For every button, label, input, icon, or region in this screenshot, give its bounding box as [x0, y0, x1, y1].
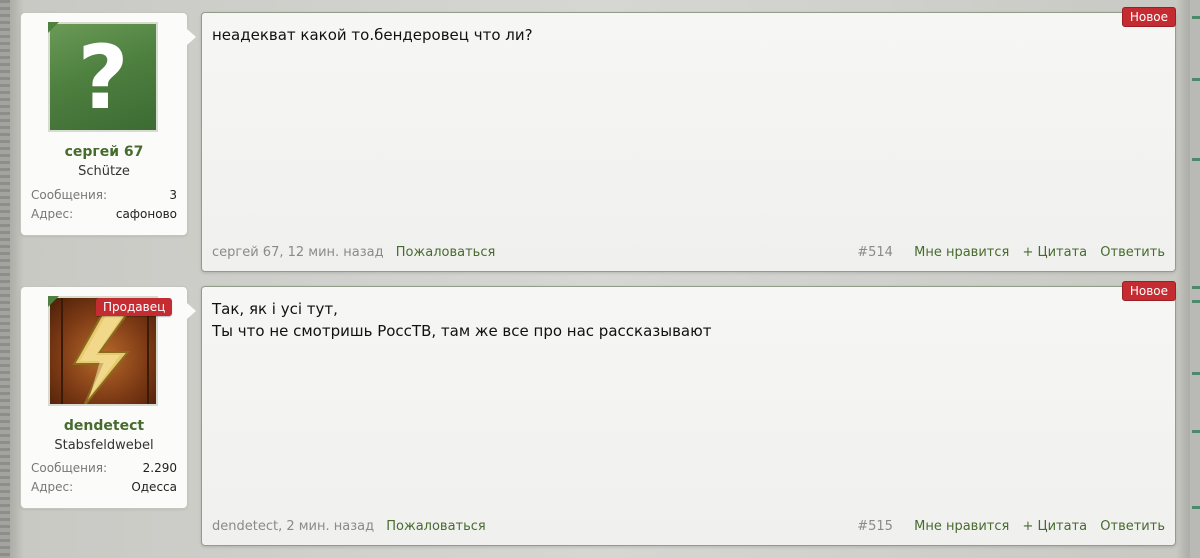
message-line: Так, як і усі тут, [212, 300, 338, 318]
message-meta: сергей 67, 12 мин. назад Пожаловаться #5… [212, 245, 1165, 263]
edge-mark [1192, 300, 1200, 303]
edge-mark [1192, 506, 1200, 509]
seller-badge: Продавец [96, 298, 173, 316]
avatar-corner [48, 296, 59, 307]
username[interactable]: сергей 67 [21, 144, 187, 160]
post-number[interactable]: #515 [857, 519, 893, 534]
question-mark-icon: ? [77, 25, 129, 129]
stat-address-value: сафоново [115, 207, 177, 221]
edge-mark [1192, 78, 1200, 81]
like-link[interactable]: Мне нравится [914, 245, 1009, 260]
user-title: Schütze [78, 164, 130, 179]
quote-link[interactable]: + Цитата [1022, 519, 1087, 534]
stat-address-label: Адрес: [31, 480, 74, 494]
report-link[interactable]: Пожаловаться [386, 519, 486, 534]
edge-mark [1192, 286, 1200, 289]
stat-posts-value[interactable]: 2.290 [143, 461, 177, 475]
stat-posts-value[interactable]: 3 [169, 188, 177, 202]
reply-link[interactable]: Ответить [1100, 519, 1165, 534]
user-title: Stabsfeldwebel [54, 438, 154, 453]
user-card: ? сергей 67 Schütze Сообщения: 3 Адрес: … [20, 12, 196, 236]
edge-mark [1192, 158, 1200, 161]
stat-posts-label: Сообщения: [31, 188, 108, 202]
post-number[interactable]: #514 [857, 245, 893, 260]
message-line: неадекват какой то.бендеровец что ли? [212, 26, 533, 44]
edge-mark [1192, 430, 1200, 433]
report-link[interactable]: Пожаловаться [396, 245, 496, 260]
post-515: Продавец dendetect Stabsfeldwebel Сообще… [20, 281, 1176, 546]
message-body: Новое Так, як і усі тут, Ты что не смотр… [201, 281, 1176, 546]
username[interactable]: dendetect [21, 418, 187, 434]
message-text: неадекват какой то.бендеровец что ли? [212, 24, 1165, 46]
stat-address-value: Одесса [131, 480, 177, 494]
stat-address-label: Адрес: [31, 207, 74, 221]
like-link[interactable]: Мне нравится [914, 519, 1009, 534]
quote-link[interactable]: + Цитата [1022, 245, 1087, 260]
page-edge-right [1190, 0, 1200, 558]
message-body: Новое неадекват какой то.бендеровец что … [201, 7, 1176, 272]
user-card: Продавец dendetect Stabsfeldwebel Сообще… [20, 286, 196, 509]
avatar-corner [48, 22, 59, 33]
avatar[interactable]: ? [48, 22, 158, 132]
message-text: Так, як і усі тут, Ты что не смотришь Ро… [212, 298, 1165, 342]
author-time[interactable]: сергей 67, 12 мин. назад [212, 245, 384, 260]
reply-link[interactable]: Ответить [1100, 245, 1165, 260]
message-meta: dendetect, 2 мин. назад Пожаловаться #51… [212, 519, 1165, 537]
page-edge-left [0, 0, 10, 558]
edge-mark [1192, 16, 1200, 19]
forum-thread: ? сергей 67 Schütze Сообщения: 3 Адрес: … [0, 0, 1200, 558]
author-time[interactable]: dendetect, 2 мин. назад [212, 519, 374, 534]
edge-mark [1192, 372, 1200, 375]
message-line: Ты что не смотришь РоссТВ, там же все пр… [212, 322, 712, 340]
post-514: ? сергей 67 Schütze Сообщения: 3 Адрес: … [20, 7, 1176, 272]
stat-posts-label: Сообщения: [31, 461, 108, 475]
